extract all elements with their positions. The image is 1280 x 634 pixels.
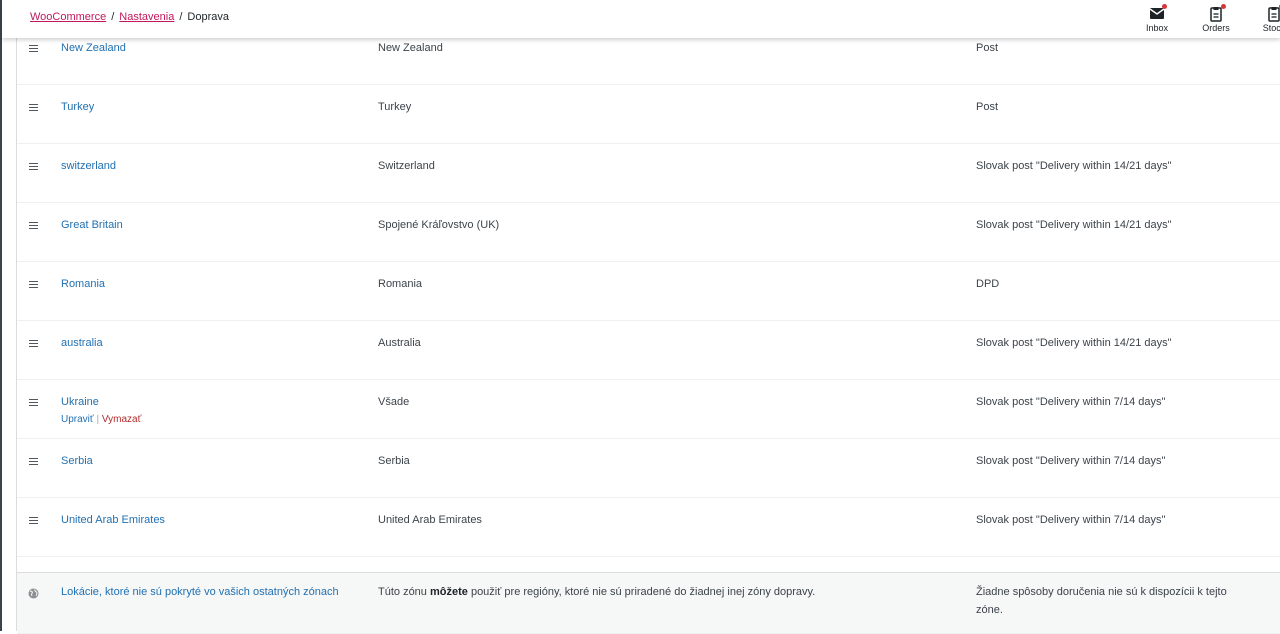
zone-row: Great Britain Spojené Kráľovstvo (UK) Sl… (17, 202, 1280, 262)
zone-region: Turkey (378, 101, 412, 113)
zone-region: Switzerland (378, 160, 435, 172)
drag-handle-icon[interactable] (29, 458, 38, 466)
rest-of-world-methods: Žiadne spôsoby doručenia nie sú k dispoz… (976, 586, 1227, 616)
admin-sidebar-edge (0, 0, 2, 631)
drag-handle-icon[interactable] (29, 340, 38, 348)
stock-icon (1266, 4, 1280, 22)
zone-region: Všade (378, 396, 410, 408)
notification-dot (1221, 4, 1226, 9)
zone-row: Romania Romania DPD (17, 261, 1280, 321)
drag-handle-icon[interactable] (29, 517, 38, 525)
drag-handle-icon[interactable] (29, 104, 38, 112)
delete-zone-link[interactable]: Vymazať (102, 414, 142, 425)
inbox-icon (1149, 4, 1167, 22)
zone-shipping-methods: Slovak post "Delivery within 14/21 days" (976, 219, 1172, 231)
header-activity-actions: Inbox Orders Stock (1140, 4, 1280, 34)
inbox-label: Inbox (1145, 23, 1169, 33)
description-text: Túto zónu (378, 586, 430, 598)
zone-name-link[interactable]: United Arab Emirates (61, 514, 165, 526)
zone-name-link[interactable]: Great Britain (61, 219, 123, 231)
notification-dot (1162, 4, 1167, 9)
zone-region: Romania (378, 278, 423, 290)
zone-row: Ukraine Upraviť | Vymazať Všade Slovak p… (17, 379, 1280, 439)
zone-row: switzerland Switzerland Slovak post "Del… (17, 143, 1280, 203)
zone-shipping-methods: Slovak post "Delivery within 7/14 days" (976, 455, 1166, 467)
zone-shipping-methods: DPD (976, 278, 1000, 290)
breadcrumb-current: Doprava (187, 11, 229, 23)
description-text: použiť pre regióny, ktoré nie sú prirade… (467, 586, 816, 598)
breadcrumb-separator: / (111, 11, 115, 23)
rest-of-world-link[interactable]: Lokácie, ktoré nie sú pokryté vo vašich … (61, 586, 339, 598)
woocommerce-header: WooCommerce / Nastavenia / Doprava Inbox Ord… (2, 0, 1280, 38)
edit-zone-link[interactable]: Upraviť (61, 414, 94, 425)
zone-name-link[interactable]: australia (61, 337, 103, 349)
globe-icon (28, 587, 39, 602)
breadcrumb: WooCommerce / Nastavenia / Doprava (30, 11, 229, 23)
zone-shipping-methods: Slovak post "Delivery within 14/21 days" (976, 160, 1172, 172)
row-actions-separator: | (96, 414, 100, 425)
zone-name-link[interactable]: New Zealand (61, 42, 126, 54)
drag-handle-icon[interactable] (29, 399, 38, 407)
drag-handle-icon[interactable] (29, 163, 38, 171)
orders-icon (1208, 4, 1226, 22)
zone-shipping-methods: Slovak post "Delivery within 14/21 days" (976, 337, 1172, 349)
rest-of-world-row: Lokácie, ktoré nie sú pokryté vo vašich … (17, 572, 1280, 634)
zone-region: Spojené Kráľovstvo (UK) (378, 219, 500, 231)
zone-row: Turkey Turkey Post (17, 84, 1280, 144)
inbox-button[interactable]: Inbox (1137, 4, 1177, 34)
row-actions: Upraviť | Vymazať (61, 414, 141, 425)
rest-of-world-description: Túto zónu môžete použiť pre regióny, kto… (378, 586, 815, 598)
orders-button[interactable]: Orders (1196, 4, 1236, 34)
breadcrumb-woocommerce-link[interactable]: WooCommerce (30, 11, 106, 23)
zone-region: Serbia (378, 455, 410, 467)
zone-name-link[interactable]: Romania (61, 278, 105, 290)
zone-name-link[interactable]: switzerland (61, 160, 116, 172)
zone-shipping-methods: Slovak post "Delivery within 7/14 days" (976, 514, 1166, 526)
drag-handle-icon[interactable] (29, 281, 38, 289)
breadcrumb-separator: / (179, 11, 183, 23)
zone-region: New Zealand (378, 42, 443, 54)
drag-handle-icon[interactable] (29, 222, 38, 230)
breadcrumb-settings-link[interactable]: Nastavenia (119, 11, 174, 23)
stock-label: Stock (1262, 23, 1280, 33)
zone-name-link[interactable]: Serbia (61, 455, 93, 467)
drag-handle-icon[interactable] (29, 45, 38, 53)
zone-name-link[interactable]: Ukraine (61, 396, 99, 408)
orders-label: Orders (1202, 23, 1230, 33)
zone-row: Serbia Serbia Slovak post "Delivery with… (17, 438, 1280, 498)
zone-shipping-methods: Slovak post "Delivery within 7/14 days" (976, 396, 1166, 408)
zone-shipping-methods: Post (976, 101, 999, 113)
stock-button[interactable]: Stock (1254, 4, 1280, 34)
shipping-zones-table: New Zealand New Zealand Post Turkey Turk… (16, 38, 1280, 634)
zone-row: United Arab Emirates United Arab Emirate… (17, 497, 1280, 557)
description-emphasis: môžete (429, 586, 468, 598)
zone-region: Australia (378, 337, 421, 349)
zone-row: australia Australia Slovak post "Deliver… (17, 320, 1280, 380)
zone-region: United Arab Emirates (378, 514, 482, 526)
zone-name-link[interactable]: Turkey (61, 101, 94, 113)
zone-shipping-methods: Post (976, 42, 999, 54)
